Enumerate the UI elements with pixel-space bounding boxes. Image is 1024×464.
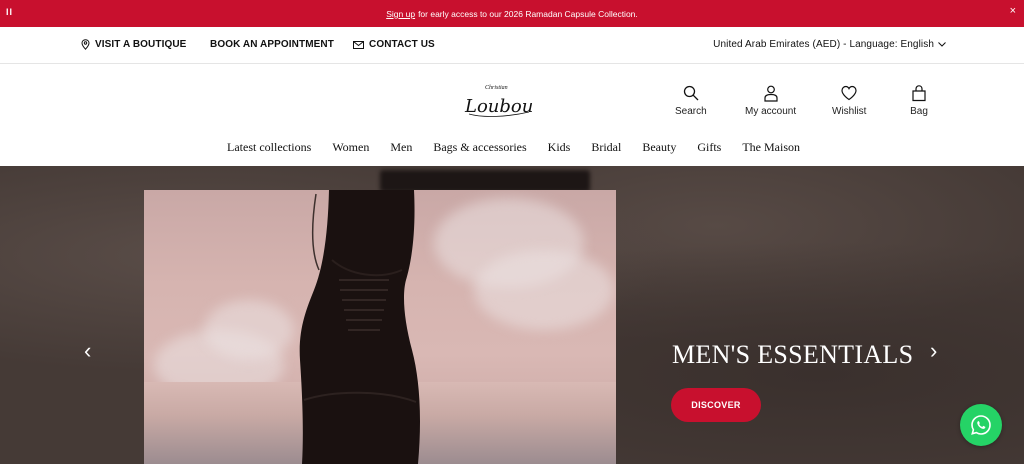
search-label: Search: [675, 106, 707, 117]
whatsapp-chat-button[interactable]: [960, 404, 1002, 446]
locale-label: United Arab Emirates (AED) - Language: E…: [713, 39, 934, 50]
svg-text:Christian: Christian: [485, 85, 508, 91]
nav-item-the-maison[interactable]: The Maison: [742, 140, 800, 155]
nav-item-men[interactable]: Men: [390, 140, 412, 155]
nav-item-latest-collections[interactable]: Latest collections: [227, 140, 311, 155]
svg-text:Louboutin: Louboutin: [464, 96, 533, 117]
main-nav: Latest collections Women Men Bags & acce…: [0, 140, 1024, 155]
previous-slide-peek: [380, 170, 590, 192]
account-label: My account: [745, 106, 797, 117]
location-pin-icon: [81, 39, 90, 50]
nav-item-women[interactable]: Women: [332, 140, 369, 155]
hero-carousel: ‹ MEN'S ESSENTIALS › DISCOVER: [0, 166, 1024, 464]
close-promo-button[interactable]: ×: [1010, 5, 1016, 17]
visit-boutique-label: VISIT A BOUTIQUE: [95, 39, 187, 50]
prev-slide-button[interactable]: ‹: [84, 340, 91, 362]
contact-us-label: CONTACT US: [369, 39, 435, 50]
book-appointment-link[interactable]: BOOK AN APPOINTMENT: [210, 39, 334, 50]
nav-item-kids[interactable]: Kids: [548, 140, 571, 155]
user-icon: [763, 85, 778, 102]
promo-bar: II Sign up for early access to our 2026 …: [0, 0, 1024, 27]
nav-item-beauty[interactable]: Beauty: [642, 140, 676, 155]
visit-boutique-link[interactable]: VISIT A BOUTIQUE: [81, 39, 186, 50]
next-slide-button[interactable]: ›: [930, 340, 937, 362]
wishlist-button[interactable]: Wishlist: [832, 84, 866, 117]
bag-label: Bag: [910, 106, 928, 117]
search-icon: [683, 85, 699, 101]
locale-selector[interactable]: United Arab Emirates (AED) - Language: E…: [713, 39, 946, 50]
hero-image: [144, 190, 616, 464]
bag-icon: [912, 85, 926, 102]
envelope-icon: [353, 40, 364, 49]
hero-title: MEN'S ESSENTIALS: [672, 340, 914, 369]
pause-button[interactable]: II: [6, 7, 13, 17]
whatsapp-icon: [971, 415, 991, 435]
louboutin-logo[interactable]: Christian Louboutin: [463, 78, 558, 120]
contact-us-link[interactable]: CONTACT US: [353, 39, 435, 50]
nav-item-bridal[interactable]: Bridal: [591, 140, 621, 155]
nav-item-gifts[interactable]: Gifts: [697, 140, 721, 155]
nav-item-bags-accessories[interactable]: Bags & accessories: [433, 140, 526, 155]
discover-button[interactable]: DISCOVER: [671, 388, 761, 422]
signup-link[interactable]: Sign up: [386, 9, 415, 19]
account-button[interactable]: My account: [745, 84, 796, 117]
utility-bar: VISIT A BOUTIQUE BOOK AN APPOINTMENT CON…: [0, 27, 1024, 64]
site-header: Christian Louboutin Search My account Wi…: [0, 64, 1024, 166]
heart-icon: [841, 85, 857, 101]
book-appointment-label: BOOK AN APPOINTMENT: [210, 39, 334, 50]
bag-button[interactable]: Bag: [910, 84, 928, 117]
chevron-down-icon: [938, 42, 946, 47]
promo-text: for early access to our 2026 Ramadan Cap…: [418, 8, 638, 19]
wishlist-label: Wishlist: [832, 106, 867, 117]
search-button[interactable]: Search: [675, 84, 707, 117]
